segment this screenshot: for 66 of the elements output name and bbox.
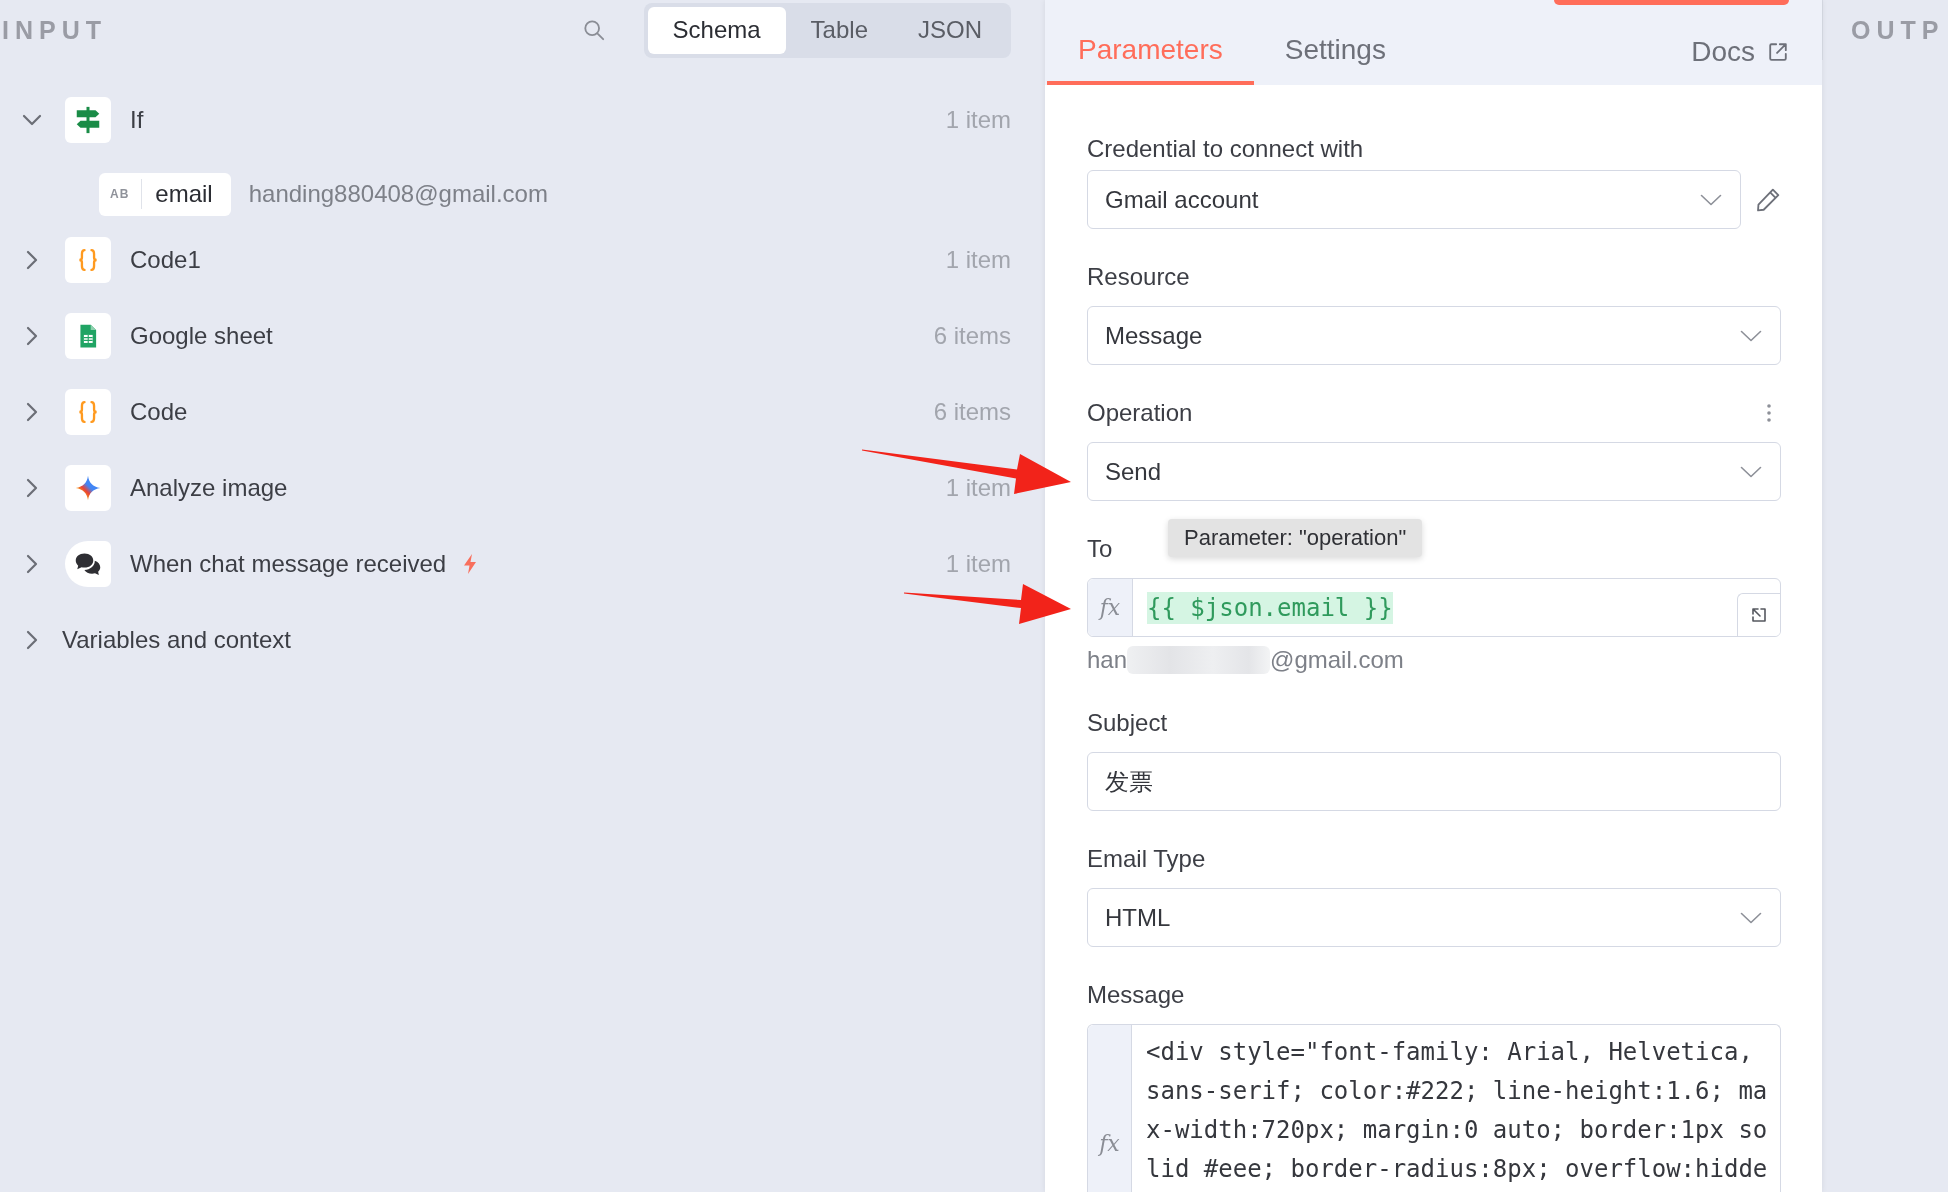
chevron-right-icon[interactable]	[26, 478, 38, 498]
spreadsheet-icon	[65, 313, 111, 359]
chevron-right-icon[interactable]	[26, 402, 38, 422]
field-label: Message	[1087, 981, 1185, 1009]
select-field[interactable]: Send	[1087, 442, 1781, 501]
chevron-down-icon	[1700, 193, 1722, 206]
panel-tab[interactable]: Settings	[1253, 5, 1417, 85]
expression-text: {{ $json.email }}	[1147, 591, 1393, 624]
node-label: Google sheet	[130, 322, 273, 350]
node-label: Analyze image	[130, 474, 288, 502]
panel-title: OUTP	[1851, 15, 1945, 45]
view-tab[interactable]: Table	[785, 6, 893, 54]
docs-link[interactable]: Docs	[1691, 5, 1789, 85]
expand-icon	[1750, 606, 1768, 624]
select-field[interactable]: Message	[1087, 306, 1781, 365]
node-label: When chat message received	[130, 550, 447, 578]
code-text: <div style="font-family: Arial, Helvetica, sans-serif; color:#222; line-height:1.6; max-width:720px; margin:0 auto; border:1px solid #eee; border-radius:8px; overflow:hidde	[1146, 1037, 1769, 1185]
chevron-down-icon[interactable]	[22, 114, 42, 126]
chevron-right-icon[interactable]	[26, 250, 38, 270]
item-count: 6 items	[933, 322, 1011, 350]
search-icon[interactable]	[582, 19, 605, 41]
field-label: Email Type	[1087, 845, 1206, 873]
field-label: Subject	[1087, 709, 1168, 737]
sparkle-icon	[65, 465, 111, 511]
fx-label: fx	[1099, 593, 1121, 622]
item-count: 1 item	[945, 474, 1011, 502]
item-count: 1 item	[945, 246, 1011, 274]
node-label: Code	[130, 398, 188, 426]
field-value: handing880408@gmail.com	[248, 180, 548, 208]
select-field[interactable]: Gmail account	[1087, 170, 1741, 229]
external-link-icon	[1767, 41, 1789, 63]
view-tab[interactable]: JSON	[893, 6, 1007, 54]
select-field[interactable]: HTML	[1087, 888, 1781, 947]
chat-bubbles-icon	[65, 541, 111, 587]
braces-icon	[65, 237, 111, 283]
item-count: 1 item	[945, 550, 1011, 578]
tooltip: Parameter: "operation"	[1168, 519, 1423, 557]
braces-icon	[65, 389, 111, 435]
type-label: AB	[110, 187, 130, 201]
field-name: email	[155, 180, 213, 208]
field-label: Credential to connect with	[1087, 135, 1364, 163]
chevron-down-icon	[1740, 465, 1762, 478]
chevron-right-icon[interactable]	[26, 630, 38, 650]
view-tab[interactable]: Schema	[647, 6, 786, 54]
expand-button[interactable]	[1737, 593, 1780, 636]
preview-text: han	[1087, 646, 1128, 674]
field-label: Resource	[1087, 263, 1190, 291]
node-label: Variables and context	[62, 626, 292, 654]
node-label: If	[130, 106, 144, 134]
item-count: 6 items	[933, 398, 1011, 426]
chevron-right-icon[interactable]	[26, 554, 38, 574]
chevron-down-icon	[1740, 329, 1762, 342]
panel-title: INPUT	[2, 15, 107, 45]
text-input[interactable]: 发票	[1087, 752, 1781, 811]
more-options-icon[interactable]	[1766, 403, 1772, 423]
signpost-icon	[65, 97, 111, 143]
pencil-icon[interactable]	[1755, 186, 1781, 213]
field-label: Operation	[1087, 399, 1193, 427]
node-label: Code1	[130, 246, 201, 274]
field-label: To	[1087, 535, 1113, 563]
chevron-down-icon	[1740, 911, 1762, 924]
item-count: 1 item	[945, 106, 1011, 134]
chevron-right-icon[interactable]	[26, 326, 38, 346]
fx-label: fx	[1099, 1130, 1120, 1158]
code-editor[interactable]: fx <div style="font-family: Arial, Helvetica, sans-serif; color:#222; line-height:1.6; max-width:720px; margin:0 auto; border:1px solid #eee; border-radius:8px; overflow:hidde	[1087, 1024, 1781, 1192]
preview-text: @gmail.com	[1270, 646, 1404, 674]
